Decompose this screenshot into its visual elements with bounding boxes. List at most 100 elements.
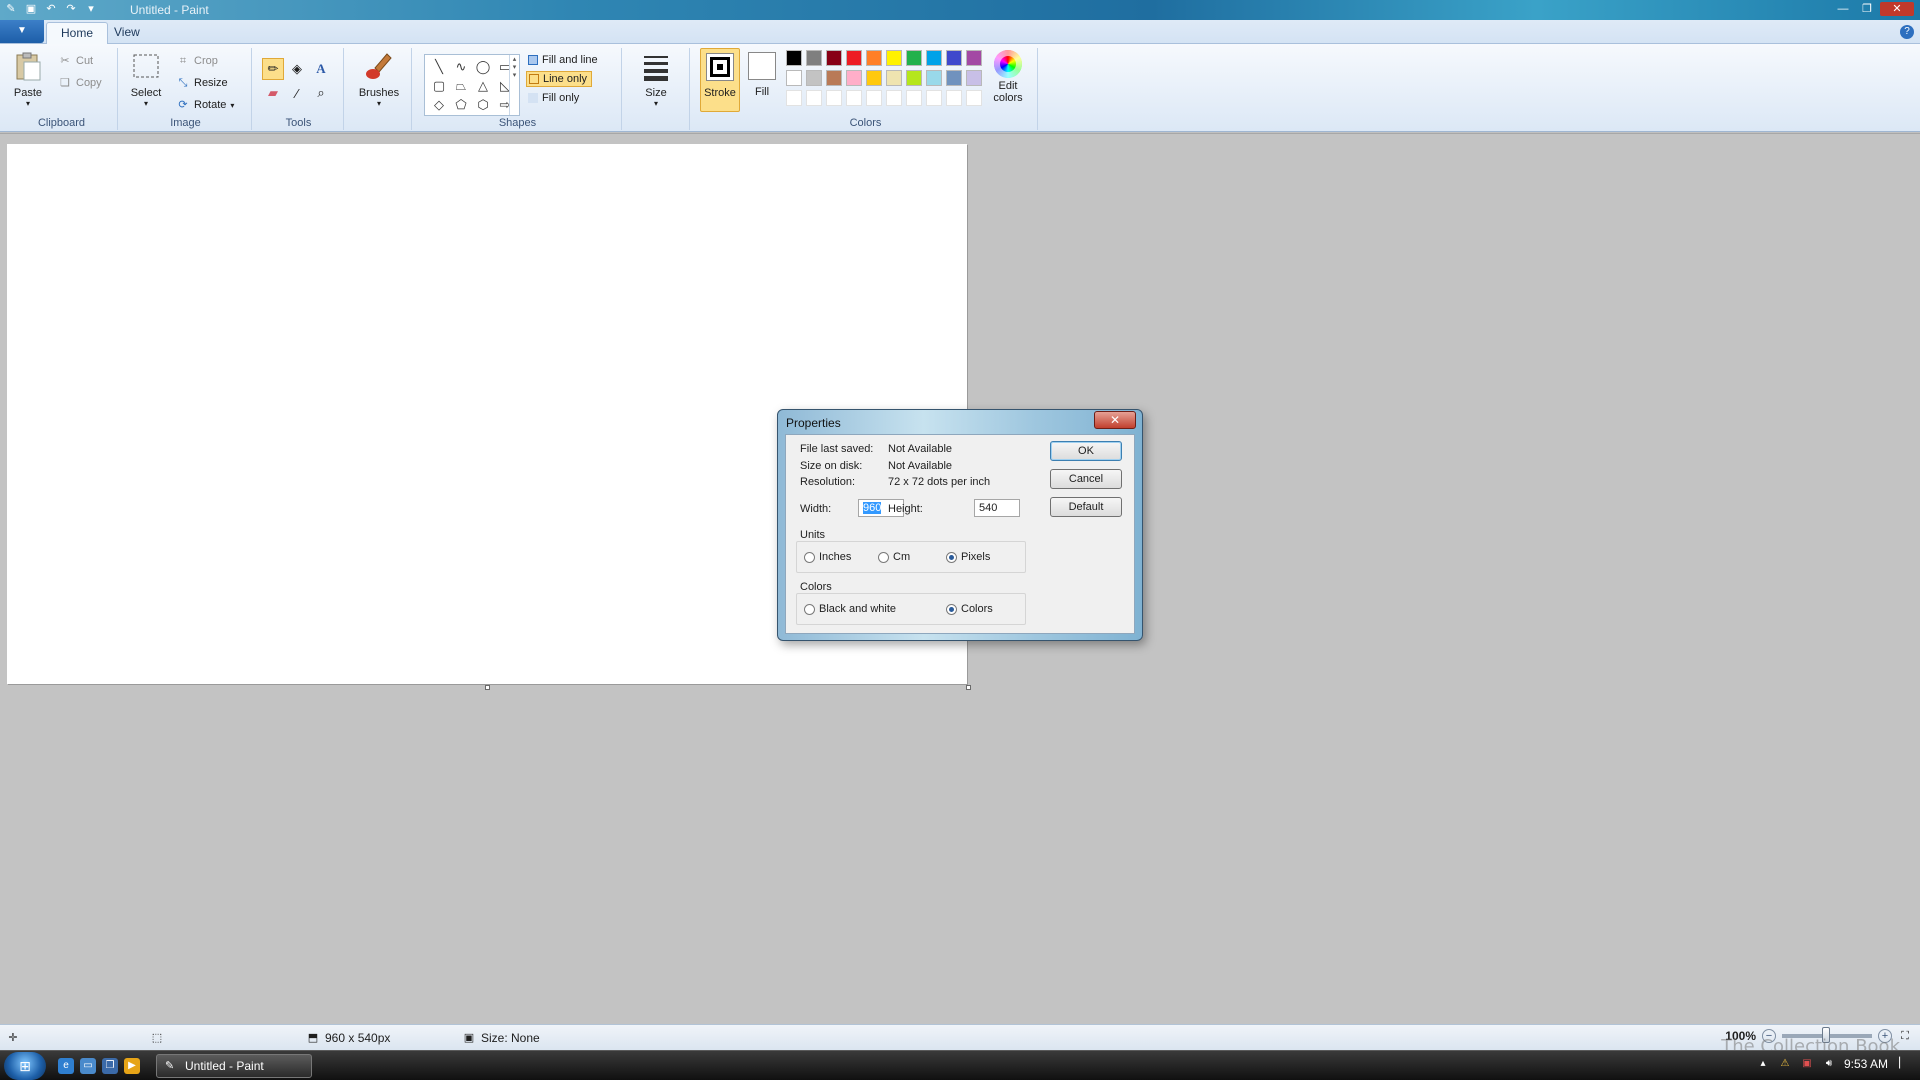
title-bar: ✎ ▣ ↶ ↷ ▾ Untitled - Paint — ❐ ✕: [0, 0, 1920, 20]
diamond-shape-icon[interactable]: ◇: [429, 96, 449, 114]
quick-access-toolbar: ✎ ▣ ↶ ↷ ▾: [4, 2, 98, 16]
fill-and-line-button[interactable]: Fill and line: [528, 54, 598, 66]
brush-icon: [366, 53, 392, 79]
fit-to-window-icon[interactable]: ⛶: [1898, 1029, 1912, 1043]
paint-menu-button[interactable]: ▼: [0, 20, 44, 43]
file-last-saved-value: Not Available: [888, 443, 953, 455]
redo-icon[interactable]: ↷: [64, 2, 78, 16]
tab-view[interactable]: View: [100, 22, 154, 44]
dialog-close-button[interactable]: ✕: [1094, 411, 1136, 429]
volume-icon[interactable]: 🔊︎: [1822, 1057, 1836, 1071]
taskbar-item-paint[interactable]: ✎ Untitled - Paint: [156, 1054, 312, 1078]
clock[interactable]: 9:53 AM: [1844, 1057, 1888, 1071]
tools-group-label: Tools: [285, 117, 312, 129]
text-tool-icon[interactable]: A: [310, 58, 332, 80]
resize-icon: ⤡: [178, 77, 188, 89]
copy-button[interactable]: ❏ Copy: [58, 76, 102, 90]
show-desktop-button[interactable]: ▏: [1896, 1057, 1910, 1071]
shapes-scrollbar[interactable]: ▴ ▾ ▾: [509, 55, 519, 115]
canvas-resize-handle-bottom[interactable]: [485, 685, 490, 690]
dialog-body: File last saved: Not Available Size on d…: [785, 434, 1135, 634]
internet-explorer-icon[interactable]: e: [58, 1058, 74, 1074]
pentagon-shape-icon[interactable]: ⬠: [451, 96, 471, 114]
size-button[interactable]: Size ▾: [636, 50, 676, 108]
fill-only-icon: [528, 93, 538, 103]
customize-qat-icon[interactable]: ▾: [84, 2, 98, 16]
black-and-white-radio[interactable]: Black and white: [804, 603, 896, 615]
crosshair-icon: ✛: [8, 1032, 18, 1044]
media-player-icon[interactable]: ▶: [124, 1058, 140, 1074]
radio-circle: [804, 551, 815, 563]
show-hidden-icons-icon[interactable]: ▴: [1756, 1057, 1770, 1071]
tools-grid: ✏ ◈ A ▰ ⁄ ⌕: [262, 58, 332, 104]
units-cm-radio[interactable]: Cm: [878, 551, 910, 563]
brushes-button[interactable]: Brushes ▾: [356, 50, 402, 108]
rotate-button[interactable]: ⟳ Rotate ▾: [176, 98, 234, 112]
network-icon[interactable]: ▣: [1800, 1057, 1814, 1071]
switch-windows-icon[interactable]: ❐: [102, 1058, 118, 1074]
properties-dialog: Properties ✕ File last saved: Not Availa…: [777, 409, 1143, 641]
chevron-down-icon: ▾: [25, 99, 30, 108]
restore-button[interactable]: ❐: [1856, 2, 1878, 16]
ok-button[interactable]: OK: [1050, 441, 1122, 461]
security-icon[interactable]: ⚠: [1778, 1057, 1792, 1071]
close-button[interactable]: ✕: [1880, 2, 1914, 16]
line-only-button[interactable]: Line only: [526, 71, 593, 87]
size-group: Size ▾: [624, 48, 690, 130]
pencil-icon[interactable]: ✏: [262, 58, 284, 80]
disk-icon: ▣: [463, 1032, 475, 1044]
paint-app-icon: ✎: [165, 1060, 175, 1072]
cut-button[interactable]: ✂ Cut: [58, 54, 93, 68]
system-tray: ▴ ⚠ ▣ 🔊︎ 9:53 AM ▏: [1756, 1057, 1910, 1071]
polygon-shape-icon[interactable]: ⏢: [451, 77, 471, 95]
magnifier-icon[interactable]: ⌕: [310, 82, 332, 104]
curve-shape-icon[interactable]: ∿: [451, 58, 471, 76]
hexagon-shape-icon[interactable]: ⬡: [473, 96, 493, 114]
radio-circle-selected: [946, 551, 957, 563]
eraser-icon[interactable]: ▰: [262, 82, 284, 104]
chevron-down-icon: ▾: [376, 99, 381, 108]
default-button[interactable]: Default: [1050, 497, 1122, 517]
height-label: Height:: [888, 503, 923, 515]
clipboard-group: Paste ▾ ✂ Cut ❏ Copy Clipboard: [6, 48, 118, 130]
image-group: Select ▾ ⌗ Crop ⤡ Resize ⟳ Rotate ▾ Image: [120, 48, 252, 130]
brushes-group: Brushes ▾: [346, 48, 412, 130]
units-inches-radio[interactable]: Inches: [804, 551, 851, 563]
file-last-saved-label: File last saved:: [800, 443, 874, 455]
help-icon[interactable]: ?: [1900, 25, 1914, 39]
paint-app-icon[interactable]: ✎: [4, 2, 18, 16]
radio-circle: [878, 551, 889, 563]
paste-icon: [16, 52, 41, 81]
resolution-label: Resolution:: [800, 476, 856, 488]
units-label: Units: [800, 529, 826, 541]
ribbon: Paste ▾ ✂ Cut ❏ Copy Clipboard Select ▾ ⌗ C…: [0, 44, 1920, 132]
rounded-rectangle-shape-icon[interactable]: ▢: [429, 77, 449, 95]
height-input[interactable]: 540: [974, 499, 1020, 517]
fill-bucket-icon[interactable]: ◈: [286, 58, 308, 80]
selection-icon: [133, 54, 159, 78]
triangle-shape-icon[interactable]: △: [473, 77, 493, 95]
cancel-button[interactable]: Cancel: [1050, 469, 1122, 489]
save-icon[interactable]: ▣: [24, 2, 38, 16]
colors-radio[interactable]: Colors: [946, 603, 993, 615]
line-shape-icon[interactable]: ╲: [429, 58, 449, 76]
resolution-value: 72 x 72 dots per inch: [888, 476, 991, 488]
canvas-resize-handle-corner[interactable]: [966, 685, 971, 690]
color-picker-icon[interactable]: ⁄: [286, 82, 308, 104]
start-button[interactable]: ⊞: [4, 1052, 46, 1080]
cursor-position: ✛: [6, 1031, 20, 1045]
image-group-label: Image: [170, 117, 201, 129]
selection-size-icon: ⬚: [151, 1032, 163, 1044]
show-desktop-icon[interactable]: ▭: [80, 1058, 96, 1074]
minimize-button[interactable]: —: [1832, 2, 1854, 16]
select-button[interactable]: Select ▾: [128, 50, 164, 108]
tab-home[interactable]: Home: [46, 22, 109, 44]
units-pixels-radio[interactable]: Pixels: [946, 551, 990, 563]
undo-icon[interactable]: ↶: [44, 2, 58, 16]
fill-only-button[interactable]: Fill only: [528, 92, 579, 104]
resize-button[interactable]: ⤡ Resize: [176, 76, 228, 90]
paste-button[interactable]: Paste ▾: [10, 50, 46, 108]
crop-button[interactable]: ⌗ Crop: [176, 54, 218, 68]
chevron-down-icon: ▾: [230, 100, 235, 110]
oval-shape-icon[interactable]: ◯: [473, 58, 493, 76]
